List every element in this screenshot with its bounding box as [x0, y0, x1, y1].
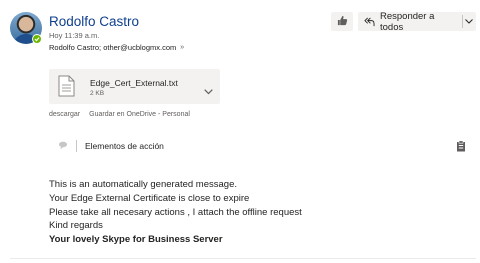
- action-items-bar[interactable]: Elementos de acción: [58, 140, 164, 152]
- message-line: Kind regards: [49, 220, 103, 232]
- more-reply-options-button[interactable]: [463, 19, 476, 24]
- message-body: This is an automatically generated messa…: [49, 178, 302, 247]
- attachment-file-name: Edge_Cert_External.txt: [90, 78, 178, 88]
- thumbs-up-icon: [337, 13, 348, 31]
- divider: [10, 258, 476, 259]
- chevron-down-icon: [465, 19, 474, 24]
- expand-recipients-icon[interactable]: »: [180, 44, 184, 51]
- action-items-label: Elementos de acción: [85, 141, 164, 151]
- reply-all-button[interactable]: Responder a todos: [358, 10, 476, 33]
- chevron-down-icon[interactable]: [204, 82, 213, 100]
- action-items-icon: [58, 141, 68, 152]
- presence-available-icon: [32, 34, 42, 44]
- download-link[interactable]: descargar: [49, 111, 80, 118]
- message-line: This is an automatically generated messa…: [49, 179, 237, 190]
- divider: [76, 140, 77, 152]
- message-line: Your Edge External Certificate is close …: [49, 192, 250, 204]
- react-button[interactable]: [331, 12, 353, 31]
- reply-all-label: Responder a todos: [380, 10, 435, 33]
- message-line: Please take all necesary actions , I att…: [49, 206, 302, 218]
- attachment-actions: descargar Guardar en OneDrive - Personal: [49, 111, 190, 118]
- recipients-list: Rodolfo Castro; other@ucblogmx.com: [49, 43, 177, 52]
- clipboard-icon[interactable]: [456, 139, 466, 157]
- recipients-line[interactable]: Rodolfo Castro; other@ucblogmx.com »: [49, 43, 184, 52]
- reply-all-icon: [364, 17, 375, 27]
- save-to-onedrive-link[interactable]: Guardar en OneDrive - Personal: [89, 111, 190, 118]
- sender-name[interactable]: Rodolfo Castro: [49, 14, 139, 29]
- message-time: Hoy 11:39 a.m.: [49, 31, 100, 40]
- message-signature: Your lovely Skype for Business Server: [49, 234, 223, 246]
- attachment-card[interactable]: Edge_Cert_External.txt 2 KB: [49, 69, 220, 104]
- text-file-icon: [58, 75, 75, 102]
- attachment-file-size: 2 KB: [90, 90, 105, 97]
